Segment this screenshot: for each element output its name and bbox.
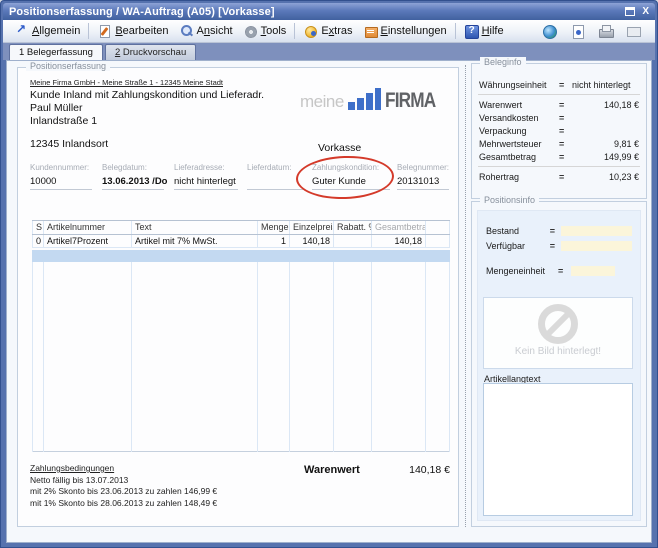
sender-line: Meine Firma GmbH - Meine Straße 1 - 1234… [30,78,223,87]
tab-belegerfassung[interactable]: 1 Belegerfassung [9,44,103,60]
field-belegdatum[interactable]: Belegdatum: 13.06.2013 /Do [102,163,164,190]
customer-city: 12345 Inlandsort [30,138,108,150]
red-annotation-ellipse [295,154,394,200]
globe-icon [542,24,557,38]
beleginfo-row-warenwert: Warenwert 140,18 € [472,98,646,111]
toolbar-globe-button[interactable] [537,22,565,41]
menu-separator [88,23,89,39]
equals-icon [559,126,572,136]
beleginfo-row-gesamtbetrag: Gesamtbetrag 149,99 € [472,150,646,163]
menu-label: Hilfe [482,25,504,37]
menu-item-allgemein[interactable]: Allgemein [9,22,85,41]
settings-folder-icon [363,24,378,38]
menu-label: Ansicht [197,25,233,37]
positionsinfo-row-verfuegbar: Verfügbar [478,238,640,253]
no-image-icon [538,304,578,344]
magnifier-icon [179,24,194,38]
field-kundennummer[interactable]: Kundennummer: 10000 [30,163,92,190]
selected-empty-row[interactable] [32,250,450,262]
menu-label: Bearbeiten [115,25,168,37]
menu-item-ansicht[interactable]: Ansicht [174,22,238,41]
field-belegnummer[interactable]: Belegnummer: 20131013 [397,163,449,190]
equals-icon [559,152,572,162]
equals-icon [550,226,562,236]
menu-item-hilfe[interactable]: Hilfe [459,22,509,41]
app-window: Positionserfassung / WA-Auftrag (A05) [V… [0,0,658,548]
equals-icon [559,113,572,123]
payment-terms: Zahlungsbedingungen Netto fällig bis 13.… [30,463,217,509]
menu-item-tools[interactable]: Tools [238,22,292,41]
beleginfo-row-versandkosten: Versandkosten [472,111,646,124]
bestand-value-highlight [561,226,632,236]
table-header-row: S Artikelnummer Text Menge Einzelpreis R… [32,220,450,235]
equals-icon [559,80,572,90]
company-logo: meine FIRMA [300,88,446,110]
menu-separator [294,23,295,39]
positionsinfo-panel: Bestand Verfügbar Mengeneinheit Kein Bil… [477,210,641,521]
equals-icon [550,241,562,251]
menu-item-einstellungen[interactable]: Einstellungen [358,22,452,41]
document-type: Vorkasse [318,142,361,154]
positionsinfo-row-bestand: Bestand [478,223,640,238]
equals-icon [559,172,572,182]
no-image-text: Kein Bild hinterlegt! [484,346,632,357]
group-label: Positionserfassung [26,61,110,71]
toolbar-document-button[interactable] [565,22,593,41]
goods-value-total: Warenwert 140,18 € [304,464,450,476]
beleginfo-row-mehrwertsteuer: Mehrwertsteuer 9,81 € [472,137,646,150]
extras-ball-icon [303,24,318,38]
divider [478,166,640,167]
table-row[interactable]: 0 Artikel7Prozent Artikel mit 7% MwSt. 1… [32,235,450,248]
title-bar: Positionserfassung / WA-Auftrag (A05) [V… [3,3,655,20]
menu-item-bearbeiten[interactable]: Bearbeiten [92,22,173,41]
gear-icon [243,24,258,38]
mail-icon [626,24,641,38]
equals-icon [559,100,572,110]
group-label: Beleginfo [480,57,526,67]
equals-icon [559,139,572,149]
panel-separator [465,65,466,527]
tab-strip: 1 Belegerfassung 2 Druckvorschau [3,43,655,60]
mengeneinheit-value-highlight [571,266,615,276]
menu-label: Extras [321,25,352,37]
equals-icon [558,266,571,276]
menu-bar: Allgemein Bearbeiten Ansicht Tools Extra… [3,20,655,43]
help-icon [464,24,479,38]
restore-window-icon[interactable] [625,7,635,16]
positionserfassung-group: Positionserfassung Meine Firma GmbH - Me… [17,67,459,527]
positionsinfo-row-mengeneinheit: Mengeneinheit [478,263,640,278]
arrow-northeast-icon [14,24,29,38]
verfuegbar-value-highlight [561,241,632,251]
customer-address: Kunde Inland mit Zahlungskondition und L… [30,89,264,128]
divider [478,94,640,95]
article-image-placeholder: Kein Bild hinterlegt! [483,297,633,369]
printer-icon [598,24,613,38]
edit-page-icon [97,24,112,38]
beleginfo-row-verpackung: Verpackung [472,124,646,137]
positions-table[interactable]: S Artikelnummer Text Menge Einzelpreis R… [32,220,450,452]
close-window-icon[interactable]: X [642,7,649,17]
beleginfo-group: Beleginfo Währungseinheit nicht hinterle… [471,63,647,199]
document-icon [570,24,585,38]
menu-item-extras[interactable]: Extras [298,22,357,41]
field-lieferadresse[interactable]: Lieferadresse: nicht hinterlegt [174,163,238,190]
beleginfo-row-rohertrag: Rohertrag 10,23 € [472,170,646,183]
window-title: Positionserfassung / WA-Auftrag (A05) [V… [9,6,625,18]
menu-label: Einstellungen [381,25,447,37]
positionsinfo-group: Positionsinfo Bestand Verfügbar Mengenei… [471,201,647,527]
longtext-area[interactable] [483,383,633,516]
tab-druckvorschau[interactable]: 2 Druckvorschau [105,44,196,60]
toolbar-print-button[interactable] [593,22,621,41]
table-empty-grid [32,262,450,452]
menu-label: Tools [261,25,287,37]
beleginfo-row-waehrungseinheit: Währungseinheit nicht hinterlegt [472,78,646,91]
group-label: Positionsinfo [480,195,539,205]
menu-separator [455,23,456,39]
menu-label: Allgemein [32,25,80,37]
logo-bars-icon [348,88,382,110]
toolbar-mail-button[interactable] [621,22,649,41]
